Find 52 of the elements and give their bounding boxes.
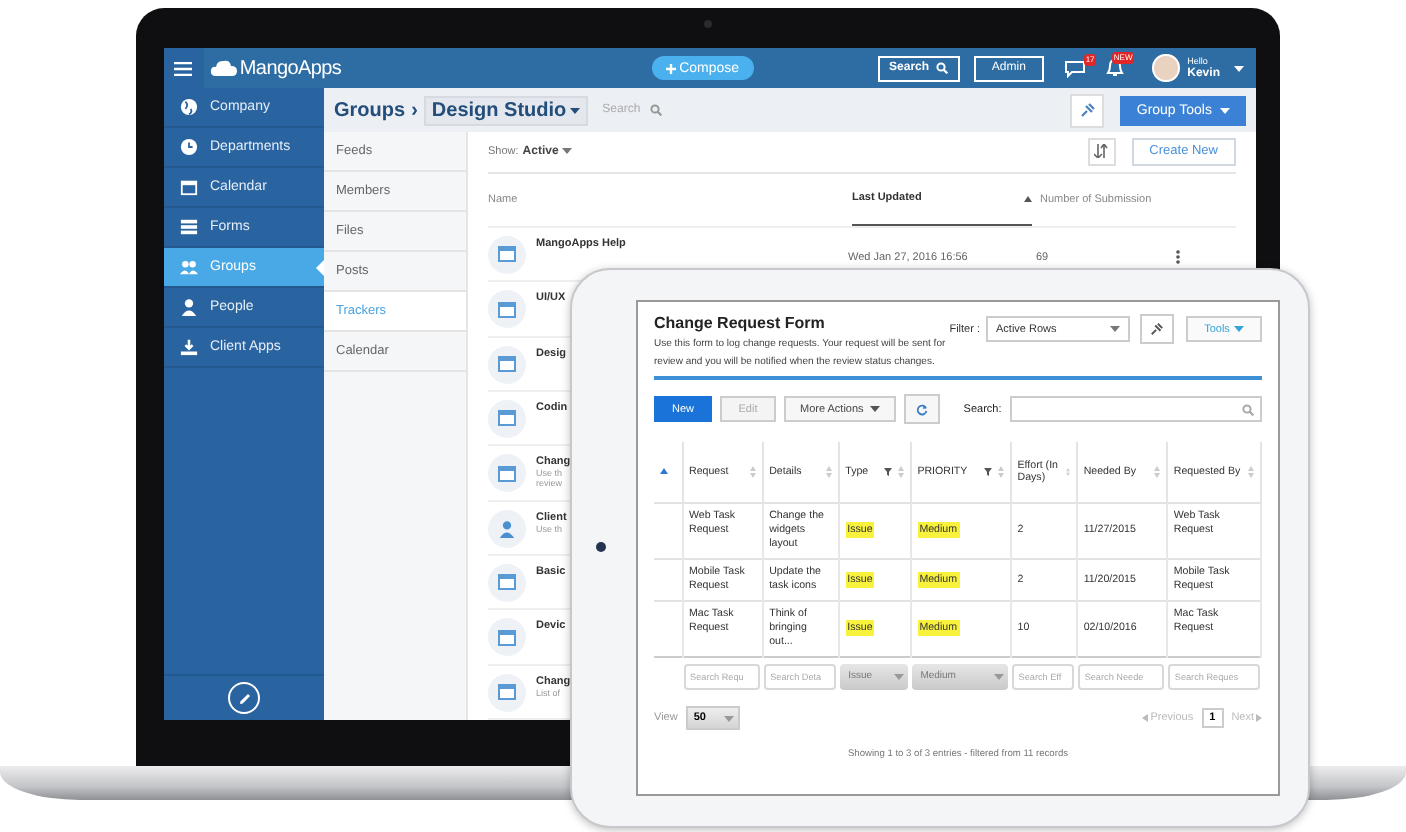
people-icon bbox=[180, 258, 198, 276]
caret-icon bbox=[562, 148, 573, 155]
form-icon bbox=[488, 454, 526, 493]
form-icon bbox=[488, 563, 526, 602]
bell-icon[interactable] bbox=[1106, 58, 1125, 78]
person-icon bbox=[180, 298, 198, 316]
caret-icon bbox=[723, 715, 734, 721]
search-field[interactable] bbox=[1009, 396, 1262, 422]
menu-icon[interactable] bbox=[174, 61, 193, 75]
calendar-icon bbox=[180, 178, 198, 196]
chat-icon[interactable] bbox=[1064, 59, 1087, 77]
caret-icon bbox=[1220, 107, 1230, 113]
caret-left-icon bbox=[1142, 714, 1149, 722]
filter-icon[interactable] bbox=[983, 468, 992, 476]
plus-icon bbox=[665, 63, 676, 73]
search-icon bbox=[1242, 403, 1254, 415]
breadcrumb-link[interactable]: Groups bbox=[334, 99, 406, 121]
caret-icon bbox=[869, 406, 880, 412]
form-icon bbox=[488, 673, 526, 712]
form-icon bbox=[488, 235, 526, 274]
form-icon bbox=[488, 290, 526, 329]
group-dropdown[interactable]: Design Studio bbox=[423, 95, 589, 125]
form-icon bbox=[488, 399, 526, 438]
pin-icon[interactable] bbox=[1070, 93, 1105, 127]
download-icon bbox=[180, 338, 198, 356]
sort-ascending-icon[interactable] bbox=[660, 468, 668, 474]
sort-ascending-icon bbox=[1024, 195, 1032, 202]
caret-icon bbox=[570, 107, 581, 113]
globe-icon bbox=[180, 98, 198, 116]
breadcrumb-separator: › bbox=[411, 99, 418, 121]
caret-icon bbox=[1233, 326, 1244, 332]
edit-icon[interactable] bbox=[228, 682, 260, 714]
clock-icon bbox=[180, 138, 198, 156]
caret-icon bbox=[1233, 65, 1244, 71]
list-icon bbox=[180, 218, 198, 236]
app-name: MangoApps bbox=[239, 57, 342, 79]
cloud-logo-icon bbox=[209, 58, 238, 78]
pin-icon[interactable] bbox=[1140, 314, 1174, 344]
avatar-icon[interactable] bbox=[1152, 54, 1180, 82]
filter-icon[interactable] bbox=[883, 468, 892, 476]
caret-right-icon bbox=[1256, 714, 1262, 722]
refresh-icon[interactable] bbox=[903, 394, 940, 424]
caret-icon bbox=[894, 674, 905, 680]
caret-icon bbox=[994, 674, 1005, 680]
caret-icon bbox=[1110, 326, 1120, 332]
search-icon bbox=[650, 104, 663, 116]
person-icon bbox=[488, 509, 526, 548]
form-title: Change Request Form bbox=[654, 314, 827, 332]
form-icon bbox=[488, 618, 526, 657]
search-icon bbox=[935, 62, 948, 74]
form-icon bbox=[488, 345, 526, 384]
sort-icon[interactable] bbox=[1087, 137, 1116, 166]
